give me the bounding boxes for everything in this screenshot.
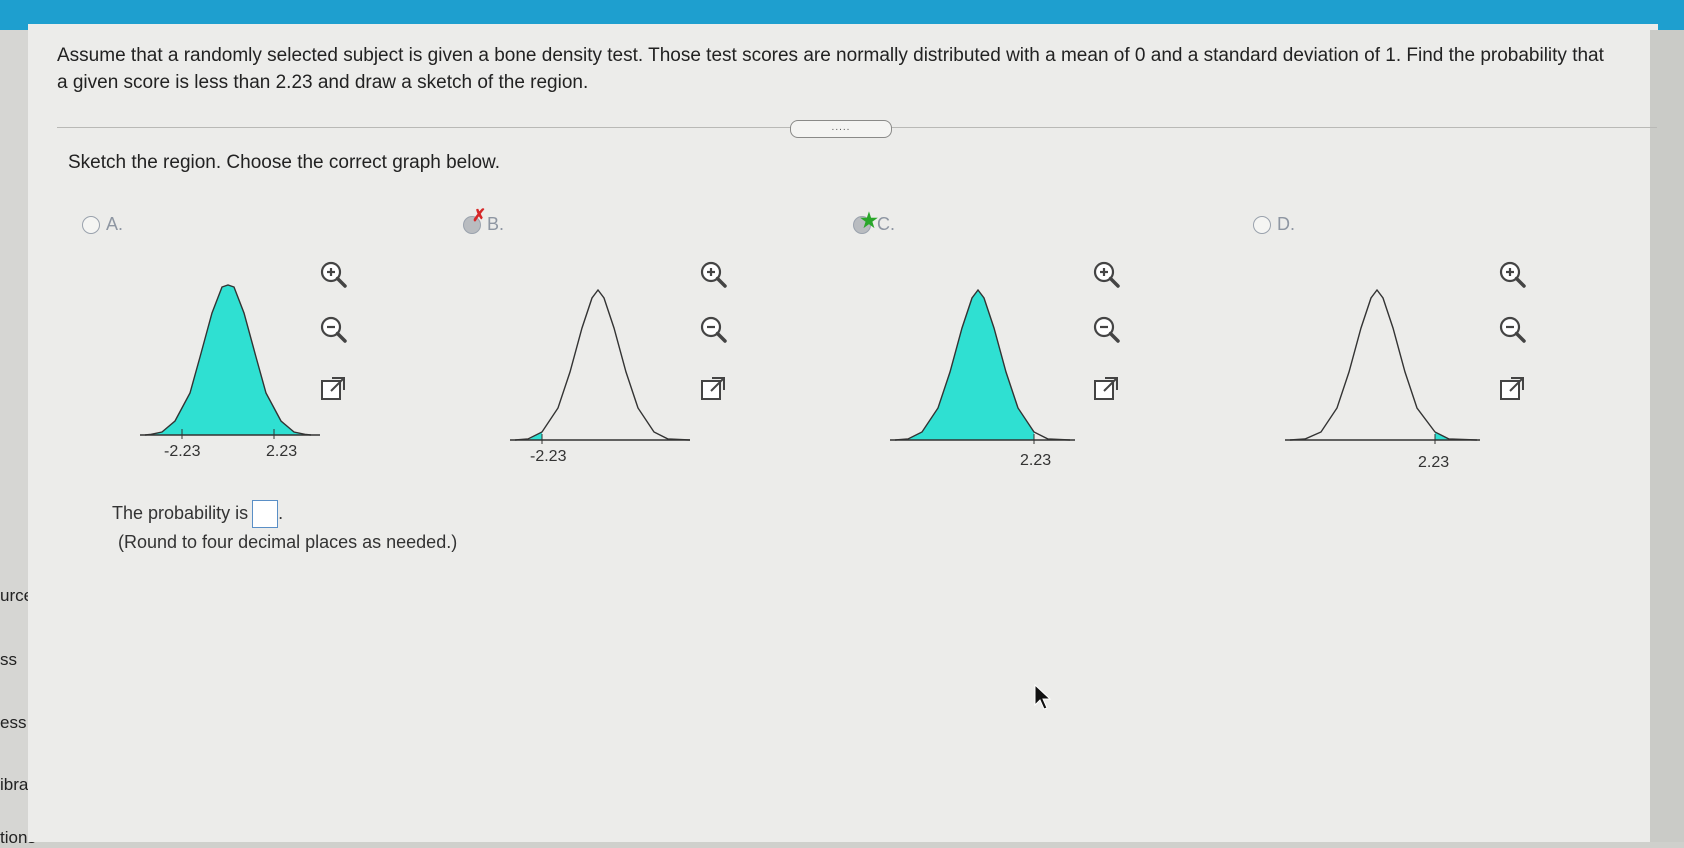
graph-b-zoom-in-icon[interactable]	[696, 258, 730, 292]
graph-a-tick-label-1: -2.23	[164, 443, 201, 460]
graph-d	[1285, 288, 1480, 444]
graph-a	[140, 284, 320, 439]
graph-c	[890, 288, 1075, 444]
wrong-mark-icon: ✗	[472, 206, 487, 225]
sidebar-item-ess[interactable]: ess	[0, 713, 26, 733]
option-a-label: A.	[106, 214, 124, 234]
graph-b-zoom-out-icon[interactable]	[696, 313, 730, 347]
graph-a-zoom-in-icon[interactable]	[316, 258, 350, 292]
instruction-text: Sketch the region. Choose the correct gr…	[68, 152, 500, 173]
answer-row: The probability is.	[112, 500, 283, 528]
graph-b-curve	[514, 288, 691, 441]
sidebar-item-ss[interactable]: ss	[0, 650, 17, 670]
rounding-hint: (Round to four decimal places as needed.…	[118, 532, 458, 552]
graph-d-zoom-in-icon[interactable]	[1495, 258, 1529, 292]
correct-star-icon: ★	[860, 210, 878, 232]
graph-b-popout-icon[interactable]	[696, 372, 730, 406]
question-text: Assume that a randomly selected subject …	[57, 45, 1604, 93]
graph-c-zoom-in-icon[interactable]	[1089, 258, 1123, 292]
graph-d-tick-label: 2.23	[1418, 454, 1450, 471]
graph-a-shaded-region	[145, 285, 311, 435]
graph-d-curve	[1289, 288, 1478, 441]
mouse-cursor-icon	[1034, 683, 1052, 710]
graph-b	[510, 288, 691, 444]
graph-a-tick-label-2: 2.23	[266, 443, 298, 460]
option-a[interactable]: A.	[82, 214, 123, 235]
option-b-label: B.	[487, 214, 505, 234]
graph-a-zoom-out-icon[interactable]	[316, 313, 350, 347]
graph-d-zoom-out-icon[interactable]	[1495, 313, 1529, 347]
graph-d-popout-icon[interactable]	[1495, 372, 1529, 406]
graph-b-tick-label: -2.23	[530, 448, 567, 465]
probability-input[interactable]	[252, 500, 279, 528]
option-c-label: C.	[877, 214, 895, 234]
graph-c-tick-label: 2.23	[1020, 452, 1052, 469]
graph-c-popout-icon[interactable]	[1089, 372, 1123, 406]
radio-a[interactable]	[82, 215, 100, 234]
graph-c-shaded-region	[895, 290, 1034, 440]
graph-a-popout-icon[interactable]	[316, 372, 350, 406]
answer-prompt: The probability is	[112, 502, 249, 523]
radio-d[interactable]	[1253, 215, 1271, 234]
option-d[interactable]: D.	[1253, 214, 1295, 235]
expand-button[interactable]: .....	[790, 120, 892, 138]
answer-period: .	[278, 502, 284, 523]
right-edge	[1650, 30, 1684, 842]
graph-c-zoom-out-icon[interactable]	[1089, 313, 1123, 347]
option-d-label: D.	[1277, 214, 1295, 234]
